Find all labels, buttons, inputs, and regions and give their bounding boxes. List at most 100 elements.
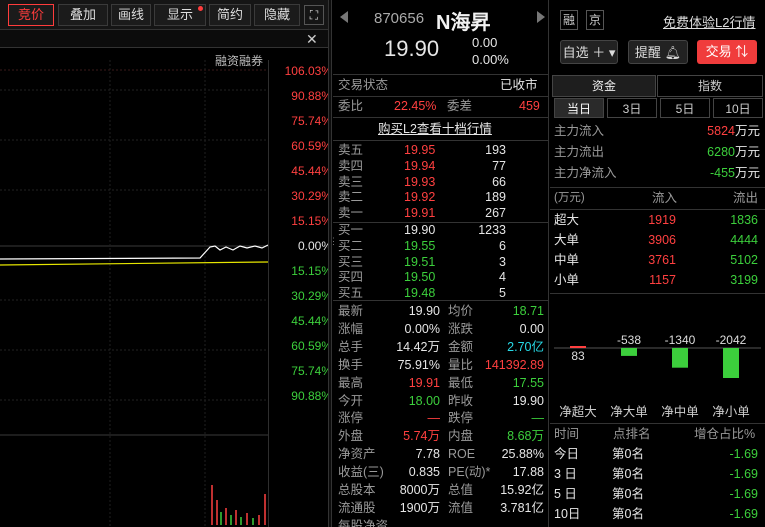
weicha-label: 委差 bbox=[447, 99, 473, 113]
fund-row-out: 4444 bbox=[730, 233, 758, 247]
book-volume: 193 bbox=[485, 143, 506, 157]
avg-line bbox=[0, 261, 268, 266]
book-label: 买三 bbox=[338, 254, 364, 269]
watchlist-button[interactable]: 自选 ＋ ▾ bbox=[560, 40, 618, 64]
price-line bbox=[0, 244, 268, 260]
toolbar-button-5[interactable]: 隐藏 bbox=[254, 4, 300, 26]
period-tab-1[interactable]: 3日 bbox=[607, 98, 657, 118]
expand-icon[interactable]: ⛶ bbox=[304, 5, 324, 25]
stat-value: 19.90 bbox=[512, 393, 544, 408]
stat-label: 均价 bbox=[448, 304, 474, 318]
weibi-label: 委比 bbox=[338, 99, 364, 113]
fund-table-unit: (万元) bbox=[554, 192, 585, 204]
col-outflow: 流出 bbox=[733, 191, 759, 205]
stat-value: 17.88 bbox=[512, 465, 544, 480]
net-bar-name: 净小单 bbox=[712, 405, 750, 419]
stat-value: 5.74万 bbox=[403, 429, 440, 444]
net-bar-label: -1340 bbox=[665, 333, 696, 347]
fund-row-in: 3761 bbox=[648, 253, 676, 267]
tab-fund[interactable]: 资金 bbox=[552, 75, 656, 97]
fund-row-in: 3906 bbox=[648, 233, 676, 247]
axis-pct-up: 106.03% bbox=[284, 64, 332, 78]
price-change: 0.00 bbox=[472, 35, 498, 50]
stat-value: 19.91 bbox=[408, 375, 440, 390]
rank-pct: -1.69 bbox=[729, 447, 759, 461]
stat-label: 外盘 bbox=[338, 429, 364, 444]
rank-pct: -1.69 bbox=[729, 507, 759, 521]
l2-trial-link[interactable]: 免费体验L2行情 bbox=[663, 12, 755, 31]
fund-row-label: 小单 bbox=[554, 273, 580, 287]
intraday-chart[interactable] bbox=[0, 60, 268, 527]
stat-value: 19.90 bbox=[408, 304, 440, 318]
axis-pct-up: 30.29% bbox=[291, 189, 332, 203]
book-volume: 1233 bbox=[478, 223, 506, 237]
toolbar-button-0[interactable]: 竞价 bbox=[8, 4, 54, 26]
stat-value: 15.92亿 bbox=[500, 483, 544, 497]
book-label: 卖三 bbox=[338, 174, 364, 189]
prev-stock-icon[interactable] bbox=[340, 11, 348, 23]
toolbar-button-3[interactable]: 显示 bbox=[154, 4, 206, 26]
panel-splitter[interactable]: ⋮ bbox=[328, 0, 338, 527]
stat-value: 75.91% bbox=[397, 357, 440, 372]
close-icon[interactable]: ✕ bbox=[306, 31, 318, 48]
book-volume: 5 bbox=[499, 286, 506, 301]
stat-label: 最高 bbox=[338, 375, 364, 390]
col-time: 时间 bbox=[554, 427, 580, 441]
stat-label: ROE bbox=[448, 447, 476, 462]
stat-value: 141392.89 bbox=[484, 357, 544, 372]
stat-label: 今开 bbox=[338, 393, 364, 408]
toolbar-button-1[interactable]: 叠加 bbox=[58, 4, 108, 26]
stat-label: 最低 bbox=[448, 375, 474, 390]
last-price: 19.90 bbox=[384, 36, 440, 61]
stat-label: 流通股 bbox=[338, 500, 376, 515]
book-label: 卖四 bbox=[338, 158, 364, 173]
axis-pct-up: 60.59% bbox=[291, 139, 332, 153]
book-label: 卖五 bbox=[338, 143, 364, 157]
period-tab-2[interactable]: 5日 bbox=[660, 98, 710, 118]
alert-button[interactable]: 提醒 🔔︎ bbox=[628, 40, 688, 64]
net-bar bbox=[621, 348, 637, 356]
stat-value: — bbox=[531, 411, 545, 426]
stat-label: 涨幅 bbox=[338, 321, 364, 336]
fund-row-in: 1157 bbox=[649, 273, 676, 287]
volume-bars bbox=[211, 485, 266, 525]
period-tab-3[interactable]: 10日 bbox=[713, 98, 763, 118]
stat-label: 内盘 bbox=[448, 429, 474, 444]
stat-label: 收益(三) bbox=[338, 465, 384, 480]
stat-value: 2.70亿 bbox=[507, 339, 544, 354]
book-price: 19.90 bbox=[404, 223, 436, 237]
stat-value: 0.00% bbox=[404, 321, 440, 336]
main-net: -455万元 bbox=[709, 166, 760, 180]
book-price: 19.48 bbox=[404, 286, 436, 301]
trade-button[interactable]: 交易 ⇅ bbox=[697, 40, 757, 64]
stat-value: 1900万 bbox=[399, 500, 440, 515]
next-stock-icon[interactable] bbox=[537, 11, 545, 23]
stat-value: 8.68万 bbox=[507, 429, 544, 444]
stock-name: N海昇 bbox=[436, 12, 491, 34]
axis-pct-down: 60.59% bbox=[291, 339, 332, 353]
stat-label: 跌停 bbox=[448, 411, 474, 426]
book-label: 买一 bbox=[338, 223, 364, 237]
stat-value: 8000万 bbox=[399, 483, 440, 497]
period-tab-0[interactable]: 当日 bbox=[554, 98, 604, 118]
trade-status-label: 交易状态 bbox=[338, 78, 389, 92]
col-inflow: 流入 bbox=[652, 191, 678, 205]
book-volume: 3 bbox=[499, 254, 506, 269]
margin-tag: 融 bbox=[560, 10, 578, 30]
book-price: 19.95 bbox=[404, 143, 436, 157]
toolbar-button-2[interactable]: 画线 bbox=[111, 4, 151, 26]
stat-value: 0.00 bbox=[519, 321, 544, 336]
chart-axis-divider bbox=[268, 60, 269, 527]
toolbar-button-4[interactable]: 简约 bbox=[209, 4, 251, 26]
book-volume: 77 bbox=[492, 158, 506, 173]
buy-l2-link[interactable]: 购买L2查看十档行情 bbox=[378, 120, 492, 139]
rank-pct: -1.69 bbox=[729, 467, 759, 481]
rank-time: 3 日 bbox=[554, 467, 577, 481]
rank-value: 第0名 bbox=[612, 487, 644, 501]
book-volume: 189 bbox=[485, 190, 506, 205]
book-price: 19.94 bbox=[404, 158, 436, 173]
book-volume: 4 bbox=[499, 270, 506, 285]
axis-pct-down: 90.88% bbox=[291, 389, 332, 403]
tab-index[interactable]: 指数 bbox=[657, 75, 763, 97]
stat-label: 总股本 bbox=[338, 483, 376, 497]
